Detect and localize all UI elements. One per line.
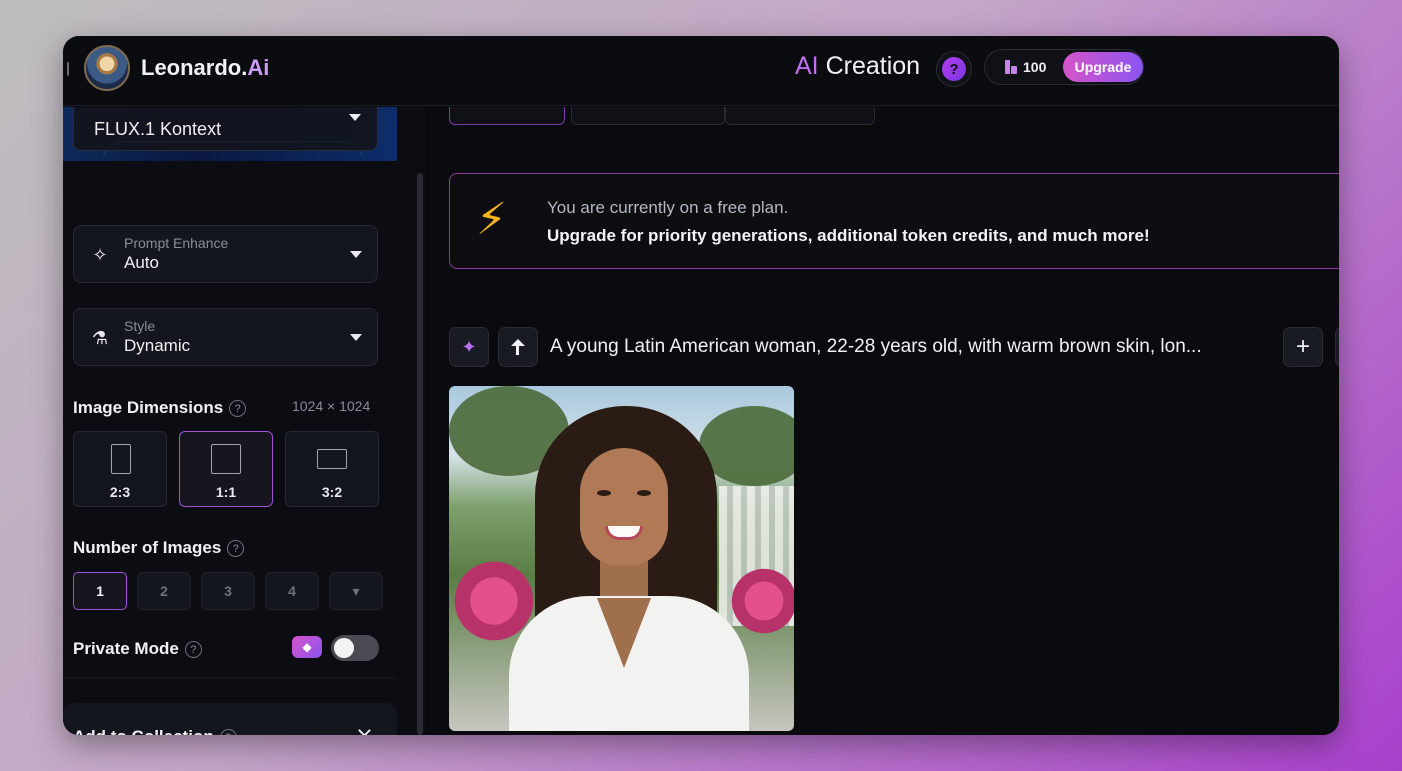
- help-icon[interactable]: ?: [227, 540, 245, 558]
- page-title: AI Creation: [795, 52, 921, 80]
- model-preview-card[interactable]: FLUX.1 Kontext: [63, 107, 397, 161]
- prompt-enhance-select[interactable]: ✧ Prompt Enhance Auto: [73, 225, 378, 283]
- help-icon[interactable]: ?: [184, 641, 202, 659]
- portrait-ratio-icon: [111, 444, 131, 474]
- banner-line-1: You are currently on a free plan.: [547, 198, 789, 217]
- plus-icon: +: [1295, 333, 1310, 360]
- token-count: 100: [1023, 59, 1047, 75]
- settings-sidebar: FLUX.1 Kontext ✧ Prompt Enhance Auto ⚗ S…: [63, 107, 423, 735]
- caret-down-icon: [349, 114, 361, 121]
- gem-icon: ◆: [292, 636, 322, 658]
- sidebar-collapse-handle[interactable]: [67, 62, 69, 76]
- upgrade-button[interactable]: Upgrade: [1063, 52, 1143, 82]
- image-count-4[interactable]: 4: [265, 572, 319, 610]
- ratio-button-3-2[interactable]: 3:2: [285, 431, 379, 507]
- prompt-enhance-label: Prompt Enhance: [124, 235, 229, 251]
- app-window: Leonardo.Ai AI Creation ? 100 Upgrade FL…: [63, 36, 1339, 735]
- image-count-3[interactable]: 3: [201, 572, 255, 610]
- lightning-icon: ⚡: [476, 195, 507, 244]
- style-label: Style: [124, 318, 156, 334]
- tab-active[interactable]: [449, 107, 565, 125]
- logo-avatar-icon[interactable]: [84, 45, 130, 91]
- image-count-more[interactable]: ▾: [329, 572, 383, 610]
- prompt-text[interactable]: A young Latin American woman, 22-28 year…: [550, 336, 1280, 358]
- token-balance[interactable]: 100 Upgrade: [984, 49, 1144, 85]
- top-bar: Leonardo.Ai AI Creation ? 100 Upgrade: [63, 36, 1339, 106]
- banner-line-2: Upgrade for priority generations, additi…: [547, 226, 1150, 245]
- reuse-prompt-button[interactable]: [498, 327, 538, 367]
- image-eye: [597, 490, 611, 496]
- ratio-button-2-3[interactable]: 2:3: [73, 431, 167, 507]
- image-dimensions-title: Image Dimensions?: [73, 398, 247, 418]
- arrow-up-icon: [511, 339, 525, 355]
- more-button[interactable]: [1335, 327, 1339, 367]
- caret-down-icon: [350, 334, 362, 341]
- model-label: FLUX.1 Kontext: [94, 119, 222, 139]
- add-button[interactable]: +: [1283, 327, 1323, 367]
- question-icon: ?: [942, 57, 966, 81]
- help-button[interactable]: ?: [936, 51, 972, 87]
- generated-image[interactable]: [449, 386, 794, 731]
- free-plan-banner[interactable]: ⚡ You are currently on a free plan. Upgr…: [449, 173, 1339, 269]
- help-icon[interactable]: ?: [219, 729, 237, 735]
- ratio-label: 3:2: [321, 484, 343, 500]
- image-face: [580, 448, 668, 566]
- number-of-images-title: Number of Images?: [73, 538, 245, 558]
- image-eye: [637, 490, 651, 496]
- add-to-collection-accordion[interactable]: Add to Collection?: [63, 703, 397, 735]
- image-dimensions-value: 1024 × 1024: [292, 398, 371, 414]
- token-icon: [1005, 60, 1017, 74]
- sparkle-icon: ✧: [92, 245, 108, 265]
- ratio-button-1-1[interactable]: 1:1: [179, 431, 273, 507]
- ratio-label: 1:1: [215, 484, 237, 500]
- prompt-enhance-value: Auto: [124, 253, 159, 272]
- add-to-collection-title: Add to Collection?: [73, 727, 237, 735]
- tab[interactable]: [571, 107, 725, 125]
- square-ratio-icon: [211, 444, 241, 474]
- private-mode-title: Private Mode?: [73, 639, 202, 659]
- caret-down-icon: [350, 251, 362, 258]
- private-mode-toggle[interactable]: [331, 635, 379, 661]
- chevron-down-icon: [358, 724, 371, 735]
- magic-wand-button[interactable]: ✦: [449, 327, 489, 367]
- landscape-ratio-icon: [317, 449, 347, 469]
- main-content: ⚡ You are currently on a free plan. Upgr…: [425, 107, 1339, 735]
- help-icon[interactable]: ?: [229, 400, 247, 418]
- image-count-1[interactable]: 1: [73, 572, 127, 610]
- ratio-label: 2:3: [109, 484, 131, 500]
- tab[interactable]: [725, 107, 875, 125]
- model-select[interactable]: FLUX.1 Kontext: [73, 107, 378, 151]
- flask-icon: ⚗: [91, 328, 109, 348]
- style-select[interactable]: ⚗ Style Dynamic: [73, 308, 378, 366]
- style-value: Dynamic: [124, 336, 191, 355]
- magic-wand-icon: ✦: [461, 336, 477, 357]
- sidebar-scrollbar-thumb[interactable]: [417, 173, 423, 735]
- image-count-2[interactable]: 2: [137, 572, 191, 610]
- app-logo-text[interactable]: Leonardo.Ai: [141, 55, 269, 81]
- panel-divider: [63, 677, 397, 679]
